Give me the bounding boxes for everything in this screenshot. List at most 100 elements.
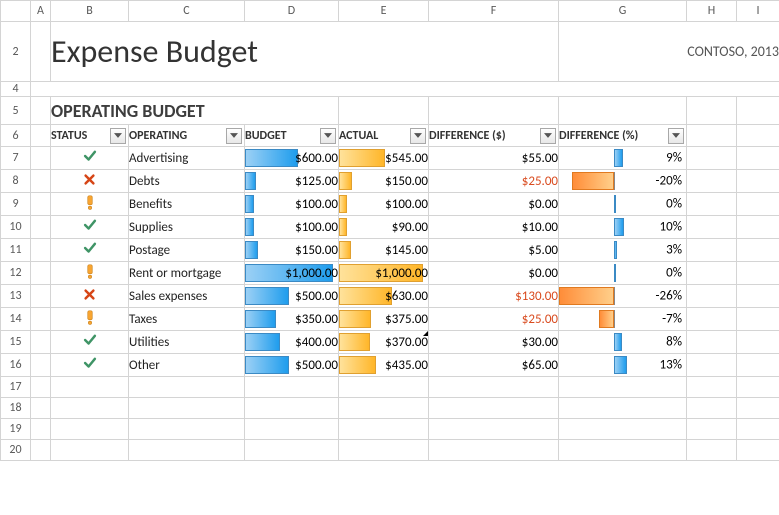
row-header-2[interactable]: 2: [1, 22, 31, 82]
empty-cell[interactable]: [559, 419, 687, 440]
header-operating[interactable]: OPERATING: [129, 125, 245, 147]
difference-pct-cell[interactable]: -20%: [559, 170, 687, 193]
difference-pct-cell[interactable]: 3%: [559, 239, 687, 262]
difference-dollar-cell[interactable]: $55.00: [429, 147, 559, 170]
page-title[interactable]: Expense Budget: [51, 22, 559, 82]
empty-cell[interactable]: [429, 398, 559, 419]
status-cell[interactable]: [51, 216, 129, 239]
row-header-8[interactable]: 8: [1, 170, 31, 193]
empty-cell[interactable]: [31, 170, 51, 193]
status-cell[interactable]: [51, 170, 129, 193]
row-header-20[interactable]: 20: [1, 440, 31, 461]
status-cell[interactable]: [51, 308, 129, 331]
empty-cell[interactable]: [129, 440, 245, 461]
difference-pct-cell[interactable]: 13%: [559, 354, 687, 377]
status-cell[interactable]: [51, 147, 129, 170]
empty-cell[interactable]: [51, 398, 129, 419]
operating-name-cell[interactable]: Taxes: [129, 308, 245, 331]
column-header-H[interactable]: H: [687, 1, 737, 22]
budget-filter-button[interactable]: [320, 128, 336, 144]
column-header-A[interactable]: A: [31, 1, 51, 22]
budget-cell[interactable]: $1,000.00: [245, 262, 339, 285]
empty-cell[interactable]: [31, 308, 51, 331]
empty-cell[interactable]: [737, 239, 779, 262]
actual-cell[interactable]: $545.00: [339, 147, 429, 170]
row-header-14[interactable]: 14: [1, 308, 31, 331]
operating-name-cell[interactable]: Postage: [129, 239, 245, 262]
difference-dollar-cell[interactable]: $10.00: [429, 216, 559, 239]
empty-cell[interactable]: [31, 216, 51, 239]
empty-cell[interactable]: [737, 97, 779, 125]
difference-dollar-cell[interactable]: $65.00: [429, 354, 559, 377]
actual-cell[interactable]: $1,000.00: [339, 262, 429, 285]
row-header-5[interactable]: 5: [1, 97, 31, 125]
row-header-17[interactable]: 17: [1, 377, 31, 398]
column-header-E[interactable]: E: [339, 1, 429, 22]
empty-cell[interactable]: [129, 377, 245, 398]
actual-filter-button[interactable]: [410, 128, 426, 144]
empty-cell[interactable]: [429, 97, 559, 125]
empty-cell[interactable]: [737, 193, 779, 216]
row-header-15[interactable]: 15: [1, 331, 31, 354]
column-header-I[interactable]: I: [737, 1, 779, 22]
empty-cell[interactable]: [687, 262, 737, 285]
status-cell[interactable]: [51, 354, 129, 377]
empty-cell[interactable]: [559, 97, 687, 125]
empty-cell[interactable]: [245, 377, 339, 398]
operating-name-cell[interactable]: Rent or mortgage: [129, 262, 245, 285]
difference-dollar-cell[interactable]: $25.00: [429, 308, 559, 331]
empty-cell[interactable]: [31, 147, 51, 170]
empty-cell[interactable]: [559, 377, 687, 398]
empty-cell[interactable]: [31, 262, 51, 285]
empty-cell[interactable]: [737, 419, 779, 440]
empty-cell[interactable]: [51, 440, 129, 461]
empty-cell[interactable]: [31, 285, 51, 308]
header-diff-dollar[interactable]: DIFFERENCE ($): [429, 125, 559, 147]
header-status[interactable]: STATUS: [51, 125, 129, 147]
header-diff-pct[interactable]: DIFFERENCE (%): [559, 125, 687, 147]
empty-cell[interactable]: [339, 377, 429, 398]
row-header-9[interactable]: 9: [1, 193, 31, 216]
operating-name-cell[interactable]: Utilities: [129, 331, 245, 354]
column-header-C[interactable]: C: [129, 1, 245, 22]
empty-cell[interactable]: [687, 285, 737, 308]
empty-cell[interactable]: [31, 97, 51, 125]
column-header-D[interactable]: D: [245, 1, 339, 22]
empty-cell[interactable]: [737, 147, 779, 170]
empty-cell[interactable]: [245, 398, 339, 419]
status-cell[interactable]: [51, 285, 129, 308]
empty-cell[interactable]: [51, 377, 129, 398]
column-header-G[interactable]: G: [559, 1, 687, 22]
budget-cell[interactable]: $125.00: [245, 170, 339, 193]
empty-cell[interactable]: [31, 331, 51, 354]
column-header-F[interactable]: F: [429, 1, 559, 22]
empty-cell[interactable]: [687, 193, 737, 216]
select-all-cell[interactable]: [1, 1, 31, 22]
row-header-16[interactable]: 16: [1, 354, 31, 377]
difference-pct-cell[interactable]: 9%: [559, 147, 687, 170]
diff-dollar-filter-button[interactable]: [540, 128, 556, 144]
empty-cell[interactable]: [737, 216, 779, 239]
status-cell[interactable]: [51, 331, 129, 354]
empty-cell[interactable]: [687, 308, 737, 331]
empty-cell[interactable]: [31, 193, 51, 216]
difference-pct-cell[interactable]: -7%: [559, 308, 687, 331]
empty-cell[interactable]: [339, 398, 429, 419]
empty-cell[interactable]: [687, 170, 737, 193]
empty-cell[interactable]: [339, 440, 429, 461]
operating-name-cell[interactable]: Supplies: [129, 216, 245, 239]
empty-cell[interactable]: [429, 419, 559, 440]
empty-cell[interactable]: [559, 440, 687, 461]
empty-cell[interactable]: [31, 398, 51, 419]
budget-cell[interactable]: $100.00: [245, 216, 339, 239]
empty-cell[interactable]: [737, 377, 779, 398]
operating-name-cell[interactable]: Sales expenses: [129, 285, 245, 308]
actual-cell[interactable]: $375.00: [339, 308, 429, 331]
actual-cell[interactable]: $100.00: [339, 193, 429, 216]
row-header-6[interactable]: 6: [1, 125, 31, 147]
empty-cell[interactable]: [245, 419, 339, 440]
difference-dollar-cell[interactable]: $130.00: [429, 285, 559, 308]
difference-dollar-cell[interactable]: $5.00: [429, 239, 559, 262]
empty-cell[interactable]: [737, 331, 779, 354]
empty-cell[interactable]: [687, 419, 737, 440]
